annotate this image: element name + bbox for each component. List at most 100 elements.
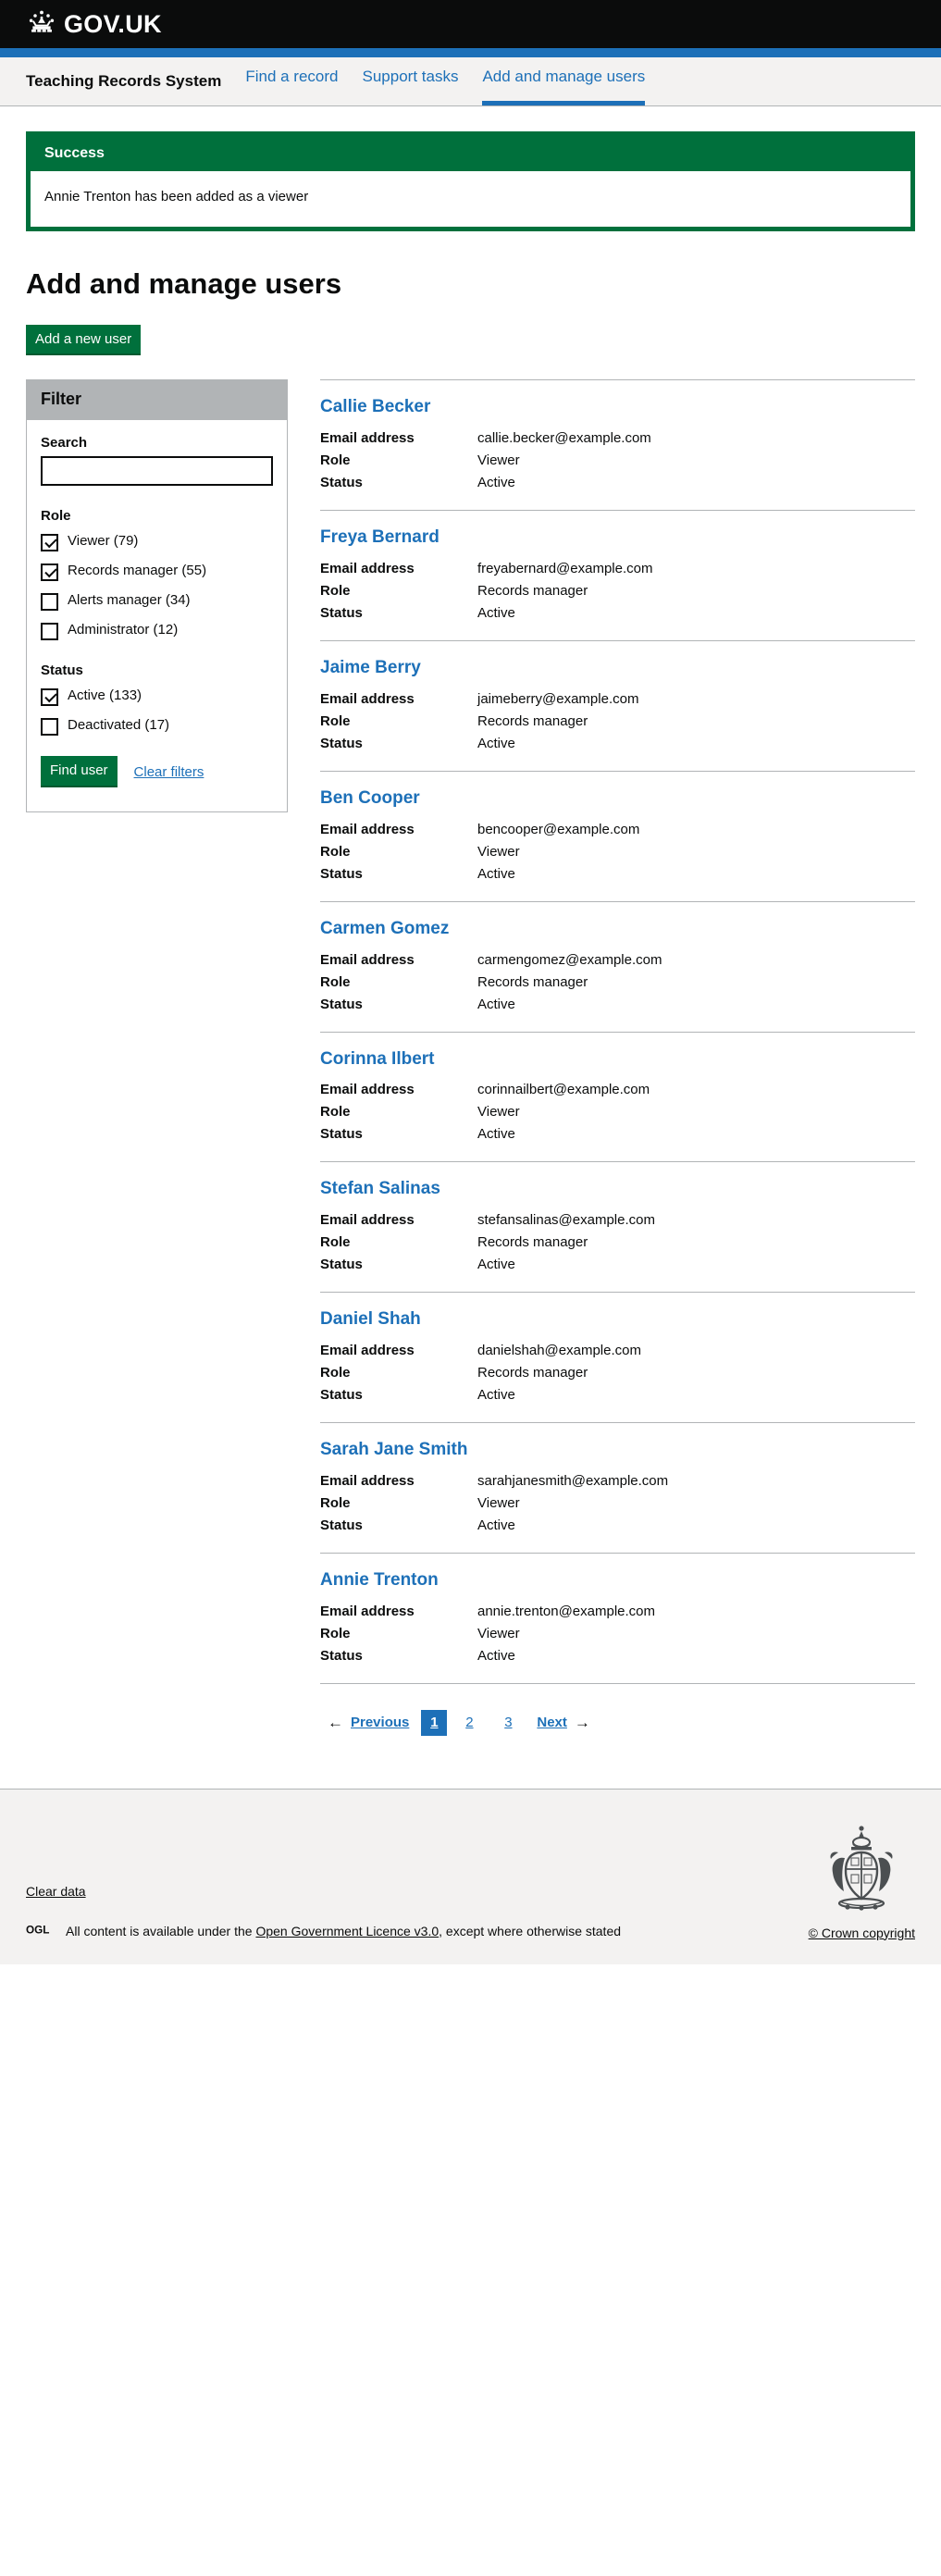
- table-row: Email address stefansalinas@example.com: [320, 1212, 915, 1234]
- email-label: Email address: [320, 1212, 415, 1229]
- nav-link-add-and-manage-users[interactable]: Add and manage users: [482, 68, 646, 105]
- email-label: Email address: [320, 430, 415, 447]
- role-label: Role: [320, 712, 351, 729]
- user-card: Stefan Salinas Email address stefansalinas…: [320, 1161, 915, 1292]
- clear-filters-link[interactable]: Clear filters: [134, 764, 204, 780]
- status-value: Active: [477, 475, 515, 491]
- role-label: Role: [320, 973, 351, 990]
- results-column: Callie Becker Email address callie.becker@…: [320, 379, 915, 1736]
- pagination-previous-link[interactable]: Previous: [351, 1715, 409, 1730]
- checkbox-row-alerts-manager[interactable]: Alerts manager (34): [41, 592, 273, 612]
- govuk-logotype-text: GOV.UK: [64, 9, 162, 38]
- nav-link-support-tasks[interactable]: Support tasks: [363, 68, 459, 105]
- table-row: Status Active: [320, 736, 915, 758]
- user-card: Daniel Shah Email address danielshah@examp…: [320, 1292, 915, 1422]
- table-row: Status Active: [320, 1126, 915, 1148]
- role-label: Role: [320, 843, 351, 860]
- user-name-link[interactable]: Corinna Ilbert: [320, 1049, 435, 1070]
- status-label: Status: [320, 604, 363, 621]
- clear-data-link[interactable]: Clear data: [26, 1884, 86, 1899]
- pagination-page-3[interactable]: 3: [495, 1710, 521, 1736]
- service-navigation: Teaching Records System Find a record Su…: [0, 57, 941, 106]
- nav-link-find-a-record[interactable]: Find a record: [245, 68, 338, 105]
- table-row: Email address freyabernard@example.com: [320, 561, 915, 583]
- status-label: Status: [320, 996, 363, 1012]
- status-label: Status: [320, 475, 363, 491]
- checkbox-label-viewer[interactable]: Viewer (79): [68, 533, 138, 551]
- royal-crest-icon: [820, 1823, 903, 1916]
- status-label: Status: [320, 1387, 363, 1404]
- user-details-table: Email address sarahjanesmith@example.com R…: [320, 1473, 915, 1540]
- table-row: Status Active: [320, 997, 915, 1019]
- table-row: Role Records manager: [320, 974, 915, 997]
- checkbox-administrator[interactable]: [41, 623, 58, 641]
- user-name-link[interactable]: Freya Bernard: [320, 527, 440, 548]
- user-name-link[interactable]: Ben Cooper: [320, 788, 420, 809]
- user-name-link[interactable]: Jaime Berry: [320, 658, 421, 678]
- status-filter-title: Status: [41, 663, 83, 679]
- notification-banner-body: Annie Trenton has been added as a viewer: [31, 171, 910, 227]
- ogl-logo-icon: OGL: [26, 1923, 56, 1940]
- checkbox-label-records-manager[interactable]: Records manager (55): [68, 563, 206, 580]
- checkbox-deactivated[interactable]: [41, 718, 58, 737]
- user-name-link[interactable]: Daniel Shah: [320, 1309, 421, 1330]
- user-name-link[interactable]: Callie Becker: [320, 397, 430, 417]
- role-label: Role: [320, 1494, 351, 1511]
- pagination-page-2[interactable]: 2: [456, 1710, 482, 1736]
- user-name-link[interactable]: Stefan Salinas: [320, 1179, 440, 1199]
- filter-actions: Find user Clear filters: [41, 756, 273, 787]
- footer-left-section: Clear data OGL All content is available …: [26, 1828, 621, 1940]
- open-government-licence-link[interactable]: Open Government Licence v3.0: [255, 1924, 439, 1938]
- checkbox-row-active[interactable]: Active (133): [41, 687, 273, 707]
- checkbox-row-administrator[interactable]: Administrator (12): [41, 622, 273, 641]
- crown-copyright-link[interactable]: © Crown copyright: [809, 1926, 915, 1940]
- checkbox-label-active[interactable]: Active (133): [68, 687, 142, 705]
- checkbox-alerts-manager[interactable]: [41, 593, 58, 612]
- filter-panel-header: Filter: [27, 380, 287, 421]
- table-row: Email address sarahjanesmith@example.com: [320, 1473, 915, 1495]
- email-value: corinnailbert@example.com: [477, 1082, 650, 1098]
- email-value: bencooper@example.com: [477, 821, 640, 837]
- user-name-link[interactable]: Annie Trenton: [320, 1570, 439, 1591]
- govuk-home-link[interactable]: GOV.UK: [26, 9, 162, 40]
- checkbox-viewer[interactable]: [41, 534, 58, 552]
- checkbox-row-viewer[interactable]: Viewer (79): [41, 533, 273, 552]
- user-name-link[interactable]: Sarah Jane Smith: [320, 1440, 467, 1460]
- table-row: Role Viewer: [320, 452, 915, 475]
- role-filter-group: Role Viewer (79) Records manager (55) Al…: [41, 508, 273, 641]
- user-card: Jaime Berry Email address jaimeberry@examp…: [320, 639, 915, 771]
- table-row: Role Viewer: [320, 1104, 915, 1126]
- status-value: Active: [477, 865, 515, 882]
- govuk-header: GOV.UK: [0, 0, 941, 48]
- success-notification-banner: Success Annie Trenton has been added as …: [26, 131, 915, 231]
- checkbox-row-deactivated[interactable]: Deactivated (17): [41, 717, 273, 737]
- email-label: Email address: [320, 1343, 415, 1359]
- user-name-link[interactable]: Carmen Gomez: [320, 919, 449, 939]
- search-input[interactable]: [41, 456, 273, 487]
- status-label: Status: [320, 1126, 363, 1143]
- role-value: Records manager: [477, 973, 588, 990]
- role-label: Role: [320, 582, 351, 599]
- find-user-button[interactable]: Find user: [41, 756, 118, 787]
- status-value: Active: [477, 1126, 515, 1143]
- checkbox-active[interactable]: [41, 688, 58, 707]
- checkbox-label-alerts-manager[interactable]: Alerts manager (34): [68, 592, 191, 610]
- email-value: freyabernard@example.com: [477, 560, 653, 576]
- table-row: Email address jaimeberry@example.com: [320, 691, 915, 713]
- status-label: Status: [320, 865, 363, 882]
- filter-panel: Filter Search Role Viewer (79) Records m…: [26, 379, 288, 812]
- checkbox-label-administrator[interactable]: Administrator (12): [68, 622, 178, 639]
- service-name-link[interactable]: Teaching Records System: [26, 72, 221, 105]
- status-value: Active: [477, 996, 515, 1012]
- add-a-new-user-button[interactable]: Add a new user: [26, 324, 142, 356]
- table-row: Role Viewer: [320, 1626, 915, 1648]
- status-value: Active: [477, 604, 515, 621]
- status-label: Status: [320, 1647, 363, 1664]
- checkbox-records-manager[interactable]: [41, 564, 58, 582]
- email-value: carmengomez@example.com: [477, 951, 662, 968]
- checkbox-row-records-manager[interactable]: Records manager (55): [41, 563, 273, 582]
- crown-icon: [26, 9, 57, 40]
- checkbox-label-deactivated[interactable]: Deactivated (17): [68, 717, 169, 735]
- pagination-next-link[interactable]: Next: [537, 1715, 567, 1730]
- pagination-page-1[interactable]: 1: [421, 1709, 448, 1736]
